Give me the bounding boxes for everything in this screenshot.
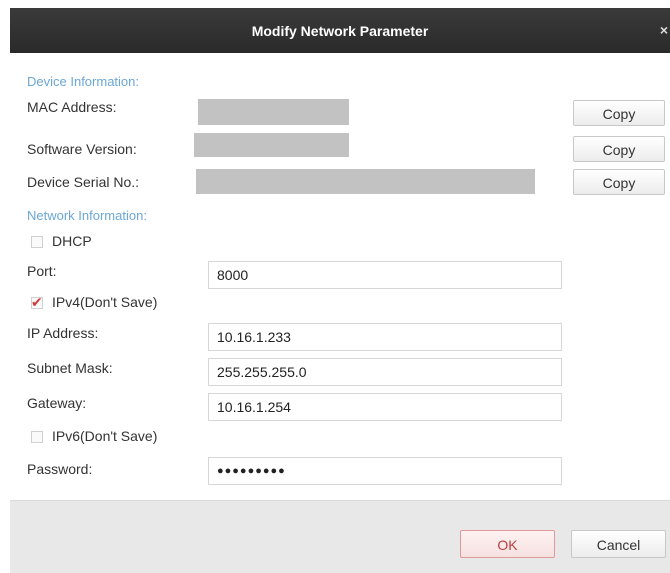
ip-address-label: IP Address: bbox=[27, 325, 99, 341]
check-icon: ✔ bbox=[31, 294, 43, 310]
port-label: Port: bbox=[27, 263, 57, 279]
device-serial-label: Device Serial No.: bbox=[27, 174, 140, 190]
mac-address-value-redacted bbox=[198, 99, 349, 125]
dialog-footer: OK Cancel bbox=[10, 500, 670, 573]
dialog-titlebar: Modify Network Parameter × bbox=[10, 8, 670, 53]
ipv6-label: IPv6(Don't Save) bbox=[52, 428, 158, 444]
subnet-mask-label: Subnet Mask: bbox=[27, 360, 113, 376]
gateway-input[interactable]: 10.16.1.254 bbox=[208, 393, 562, 421]
gateway-label: Gateway: bbox=[27, 395, 87, 411]
password-input[interactable]: ●●●●●●●●● bbox=[208, 457, 562, 485]
dhcp-label: DHCP bbox=[52, 233, 92, 249]
ip-address-input[interactable]: 10.16.1.233 bbox=[208, 323, 562, 351]
copy-software-button[interactable]: Copy bbox=[573, 136, 665, 162]
dialog-body: Device Information: MAC Address: Copy So… bbox=[10, 53, 670, 500]
cancel-button[interactable]: Cancel bbox=[571, 530, 666, 558]
close-icon[interactable]: × bbox=[660, 22, 668, 38]
ipv6-checkbox[interactable] bbox=[31, 431, 43, 443]
device-info-section-title: Device Information: bbox=[27, 74, 139, 89]
modify-network-dialog: Modify Network Parameter × Device Inform… bbox=[10, 8, 670, 573]
copy-serial-button[interactable]: Copy bbox=[573, 169, 665, 195]
password-label: Password: bbox=[27, 461, 93, 477]
mac-address-label: MAC Address: bbox=[27, 99, 117, 115]
software-version-label: Software Version: bbox=[27, 141, 137, 157]
software-version-value-redacted bbox=[194, 133, 349, 157]
ipv4-label: IPv4(Don't Save) bbox=[52, 294, 158, 310]
copy-mac-button[interactable]: Copy bbox=[573, 100, 665, 126]
ipv4-checkbox[interactable]: ✔ bbox=[31, 294, 43, 310]
network-info-section-title: Network Information: bbox=[27, 208, 147, 223]
device-serial-value-redacted bbox=[196, 169, 535, 194]
port-input[interactable]: 8000 bbox=[208, 261, 562, 289]
ok-button[interactable]: OK bbox=[460, 530, 555, 558]
dialog-title: Modify Network Parameter bbox=[251, 23, 429, 39]
subnet-mask-input[interactable]: 255.255.255.0 bbox=[208, 358, 562, 386]
dhcp-checkbox[interactable] bbox=[31, 236, 43, 248]
